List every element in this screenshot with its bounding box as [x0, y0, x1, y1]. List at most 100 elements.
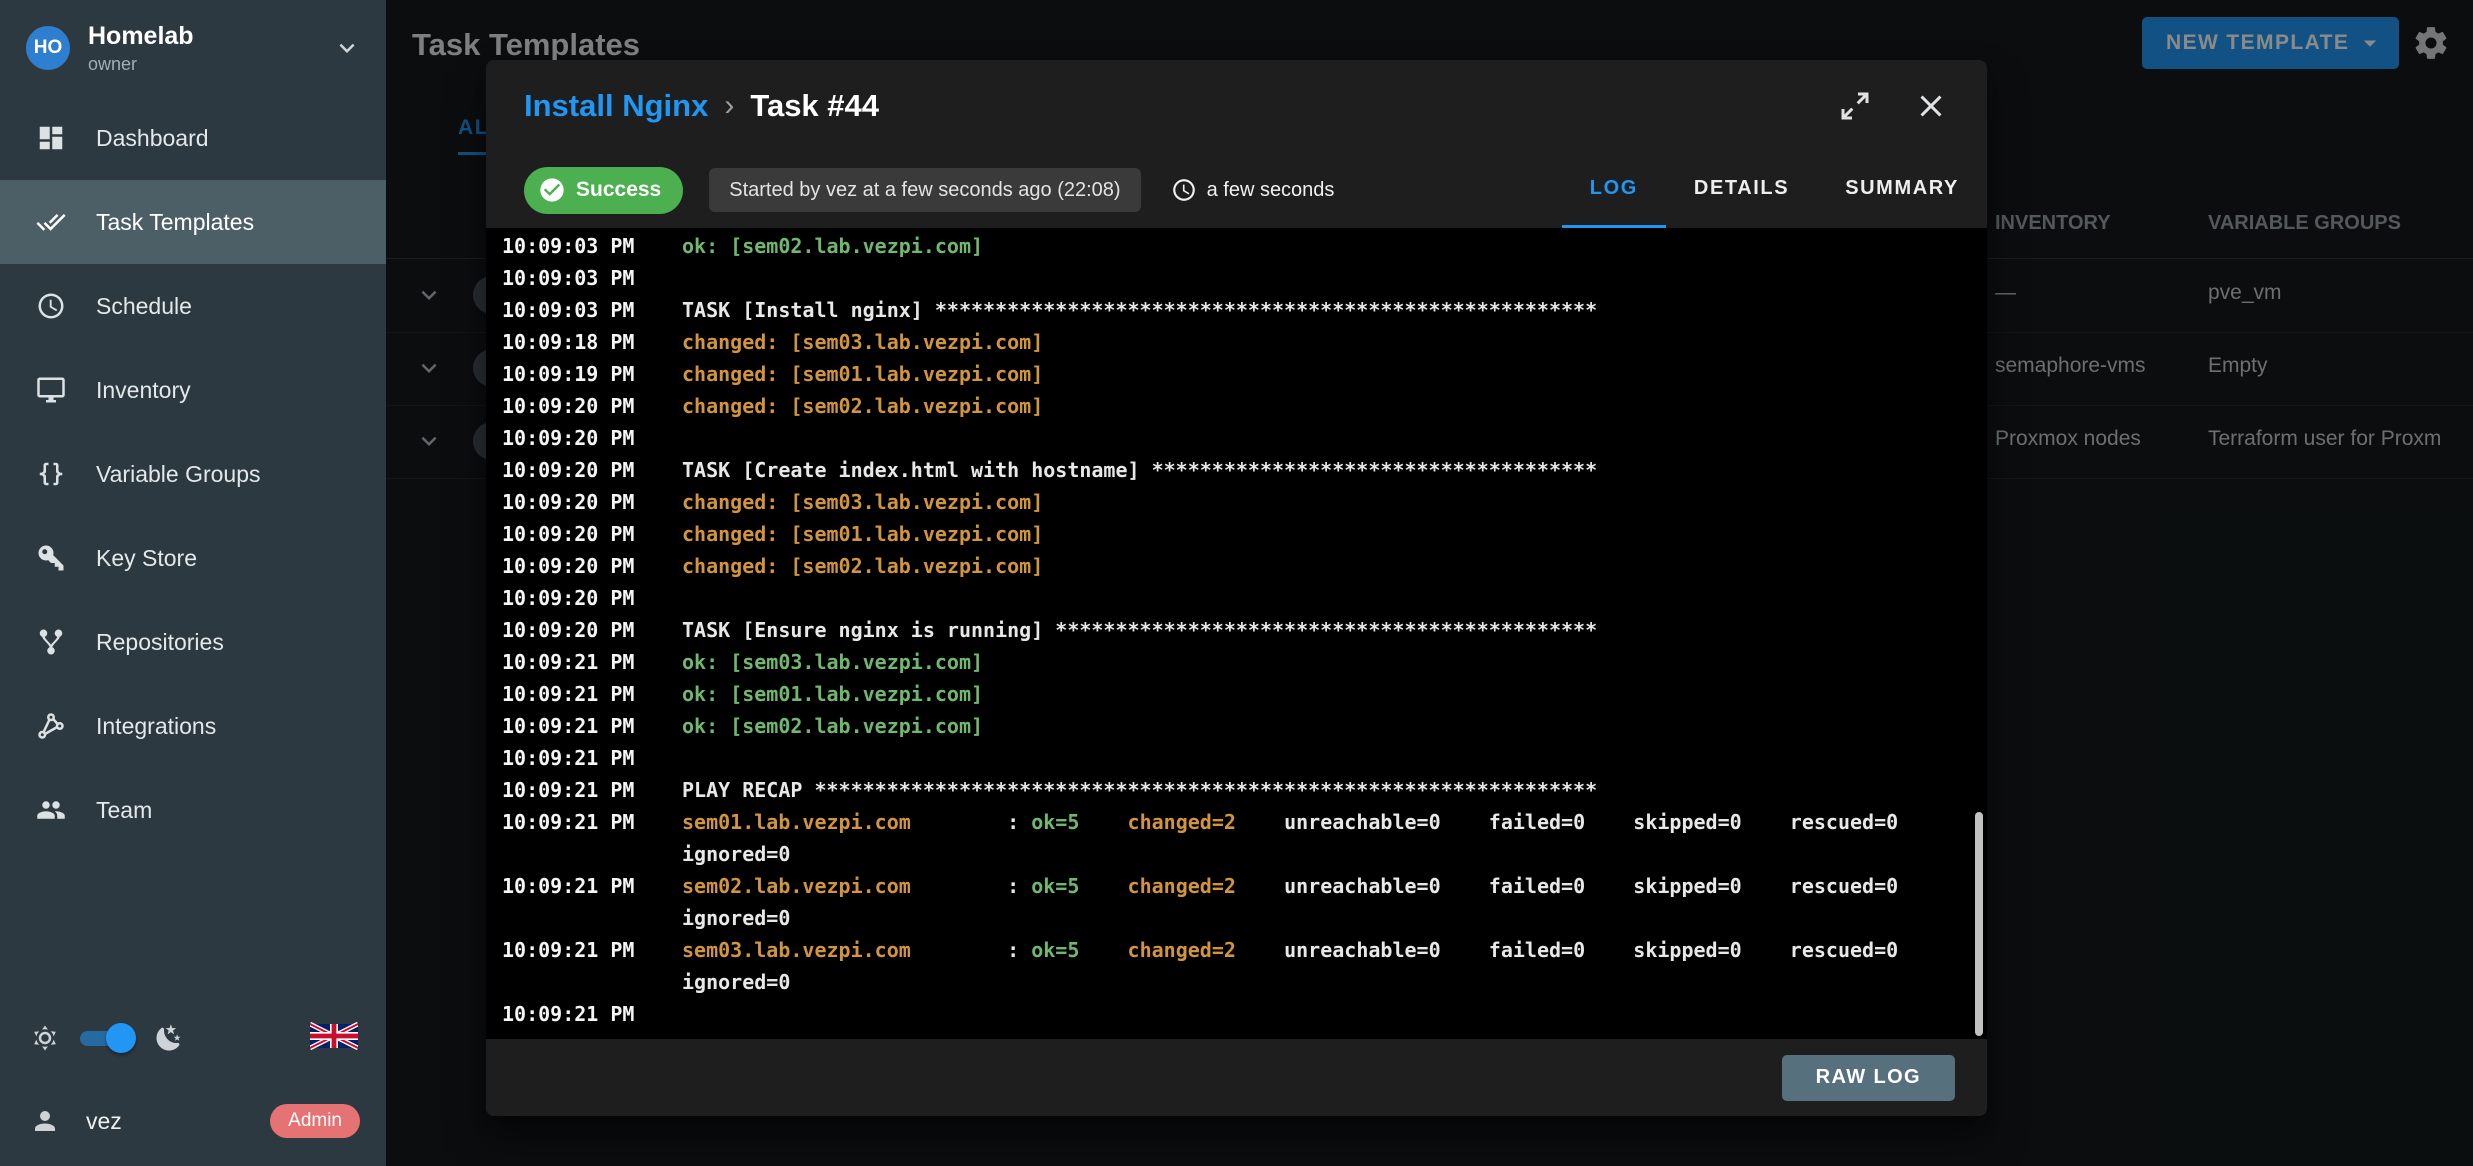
log-message: sem02.lab.vezpi.com : ok=5 changed=2 unr…: [682, 870, 1898, 902]
admin-badge: Admin: [270, 1104, 360, 1138]
breadcrumb-separator: ›: [724, 89, 734, 123]
sidebar-item-label: Repositories: [96, 629, 224, 656]
raw-log-button[interactable]: RAW LOG: [1782, 1055, 1955, 1101]
sidebar-item-variable-groups[interactable]: Variable Groups: [0, 432, 386, 516]
sidebar-item-integrations[interactable]: Integrations: [0, 684, 386, 768]
template-link[interactable]: Install Nginx: [524, 88, 708, 124]
log-line: 10:09:20 PMchanged: [sem03.lab.vezpi.com…: [486, 486, 1987, 518]
log-timestamp: 10:09:20 PM: [486, 422, 682, 454]
log-timestamp: 10:09:19 PM: [486, 358, 682, 390]
workspace-name: Homelab: [88, 22, 332, 51]
workspace-role: owner: [88, 54, 332, 75]
log-line: 10:09:03 PM: [486, 262, 1987, 294]
light-mode-icon[interactable]: [30, 1023, 60, 1053]
log-line: 10:09:20 PM: [486, 422, 1987, 454]
sidebar-item-key-store[interactable]: Key Store: [0, 516, 386, 600]
variable-groups-icon: [36, 459, 66, 489]
close-icon[interactable]: [1913, 88, 1949, 124]
tab-details[interactable]: DETAILS: [1666, 152, 1817, 228]
clock-icon: [1171, 177, 1197, 203]
theme-controls: [0, 1000, 386, 1076]
user-icon: [30, 1106, 60, 1136]
log-message: sem01.lab.vezpi.com : ok=5 changed=2 unr…: [682, 806, 1898, 838]
log-timestamp: 10:09:21 PM: [486, 742, 682, 774]
log-timestamp: 10:09:21 PM: [486, 870, 682, 902]
log-container[interactable]: 10:09:03 PMok: [sem02.lab.vezpi.com]10:0…: [486, 228, 1987, 1039]
log-message: changed: [sem02.lab.vezpi.com]: [682, 550, 1043, 582]
log-line: 10:09:21 PM: [486, 998, 1987, 1030]
sidebar-item-label: Integrations: [96, 713, 216, 740]
log-message: changed: [sem03.lab.vezpi.com]: [682, 326, 1043, 358]
tab-log[interactable]: LOG: [1562, 152, 1666, 228]
log-timestamp: 10:09:21 PM: [486, 646, 682, 678]
sidebar-item-label: Team: [96, 797, 152, 824]
log-message: TASK [Install nginx] *******************…: [682, 294, 1597, 326]
log-timestamp: 10:09:21 PM: [486, 934, 682, 966]
log-line: 10:09:03 PMTASK [Install nginx] ********…: [486, 294, 1987, 326]
log-line: 10:09:20 PM: [486, 582, 1987, 614]
log-timestamp: 10:09:03 PM: [486, 294, 682, 326]
log-timestamp: 10:09:21 PM: [486, 678, 682, 710]
sidebar-item-schedule[interactable]: Schedule: [0, 264, 386, 348]
log-timestamp: [486, 966, 682, 998]
workspace-meta: Homelab owner: [88, 22, 332, 75]
log-message: ok: [sem02.lab.vezpi.com]: [682, 230, 983, 262]
user-name: vez: [86, 1108, 122, 1135]
workspace-selector[interactable]: HO Homelab owner: [0, 0, 386, 96]
expand-icon[interactable]: [1837, 88, 1873, 124]
sidebar-item-inventory[interactable]: Inventory: [0, 348, 386, 432]
log-timestamp: 10:09:20 PM: [486, 518, 682, 550]
sidebar-item-label: Dashboard: [96, 125, 209, 152]
log-message: ignored=0: [682, 966, 790, 998]
log-timestamp: 10:09:21 PM: [486, 774, 682, 806]
team-icon: [36, 795, 66, 825]
theme-toggle[interactable]: [74, 1022, 136, 1054]
modal-tabs: LOG DETAILS SUMMARY: [1562, 152, 1987, 228]
log-line: 10:09:20 PMchanged: [sem02.lab.vezpi.com…: [486, 390, 1987, 422]
log-message: ignored=0: [682, 902, 790, 934]
sidebar-item-label: Variable Groups: [96, 461, 261, 488]
log-timestamp: 10:09:20 PM: [486, 486, 682, 518]
log-line: ignored=0: [486, 966, 1987, 998]
log-timestamp: 10:09:18 PM: [486, 326, 682, 358]
log-message: PLAY RECAP *****************************…: [682, 774, 1597, 806]
log-timestamp: 10:09:21 PM: [486, 710, 682, 742]
log-line: ignored=0: [486, 838, 1987, 870]
language-flag-icon[interactable]: [310, 1021, 358, 1056]
sidebar-item-label: Key Store: [96, 545, 197, 572]
log-timestamp: 10:09:21 PM: [486, 806, 682, 838]
duration-label: a few seconds: [1207, 179, 1335, 202]
sidebar-nav: Dashboard Task Templates Schedule Invent…: [0, 96, 386, 852]
log-line: 10:09:21 PMok: [sem01.lab.vezpi.com]: [486, 678, 1987, 710]
log-message: TASK [Ensure nginx is running] *********…: [682, 614, 1597, 646]
sidebar-item-dashboard[interactable]: Dashboard: [0, 96, 386, 180]
integrations-icon: [36, 711, 66, 741]
dark-mode-icon[interactable]: [154, 1023, 184, 1053]
sidebar-item-team[interactable]: Team: [0, 768, 386, 852]
log-line: ignored=0: [486, 902, 1987, 934]
log-line: 10:09:19 PMchanged: [sem01.lab.vezpi.com…: [486, 358, 1987, 390]
scrollbar-thumb[interactable]: [1975, 812, 1983, 1036]
sidebar-item-label: Schedule: [96, 293, 192, 320]
sidebar-item-repositories[interactable]: Repositories: [0, 600, 386, 684]
log-timestamp: [486, 902, 682, 934]
log-message: ignored=0: [682, 838, 790, 870]
modal-actions: [1837, 88, 1949, 124]
inventory-icon: [36, 375, 66, 405]
log-message: TASK [Create index.html with hostname] *…: [682, 454, 1597, 486]
user-profile[interactable]: vez Admin: [0, 1076, 386, 1166]
log-message: changed: [sem01.lab.vezpi.com]: [682, 518, 1043, 550]
sidebar-item-task-templates[interactable]: Task Templates: [0, 180, 386, 264]
log-line: 10:09:20 PMchanged: [sem02.lab.vezpi.com…: [486, 550, 1987, 582]
log-line: 10:09:21 PMsem01.lab.vezpi.com : ok=5 ch…: [486, 806, 1987, 838]
log-line: 10:09:21 PM: [486, 742, 1987, 774]
log-line: 10:09:20 PMTASK [Create index.html with …: [486, 454, 1987, 486]
log-timestamp: 10:09:20 PM: [486, 614, 682, 646]
log-line: 10:09:18 PMchanged: [sem03.lab.vezpi.com…: [486, 326, 1987, 358]
task-title: Task #44: [750, 88, 879, 124]
tab-summary[interactable]: SUMMARY: [1817, 152, 1987, 228]
log-timestamp: 10:09:03 PM: [486, 262, 682, 294]
log-message: changed: [sem01.lab.vezpi.com]: [682, 358, 1043, 390]
task-detail-dialog: Install Nginx › Task #44 Success Started…: [486, 60, 1987, 1116]
status-badge: Success: [524, 167, 683, 214]
